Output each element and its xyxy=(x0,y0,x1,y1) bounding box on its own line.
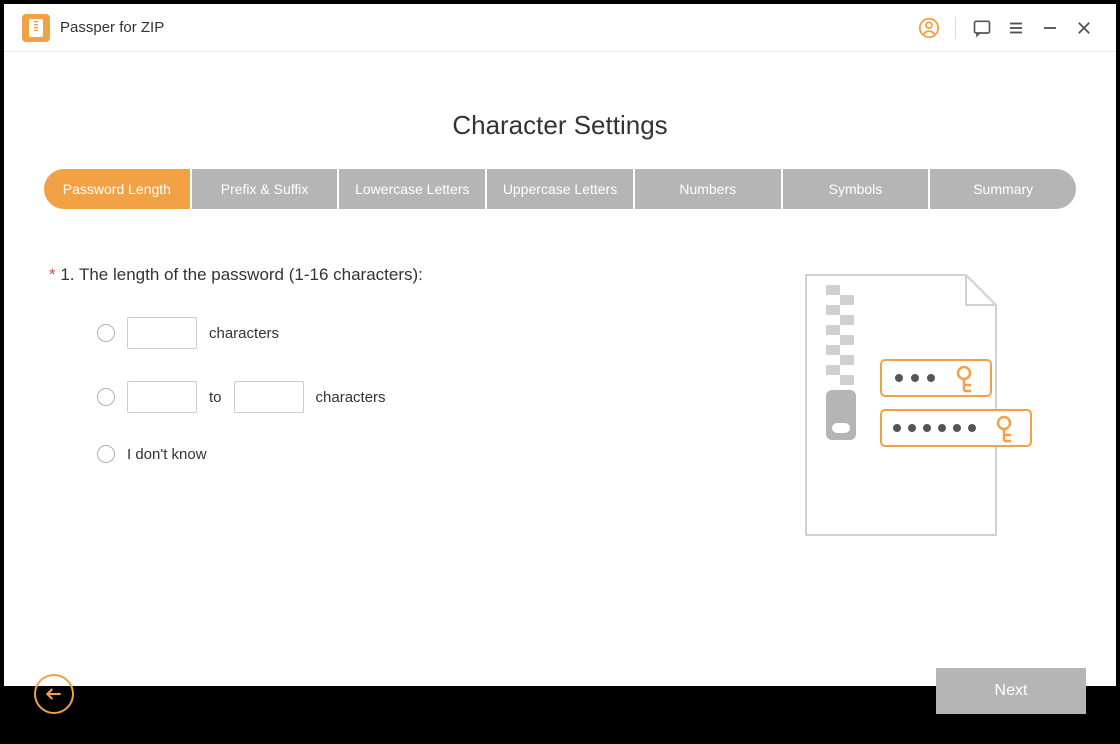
input-range-from[interactable] xyxy=(127,381,197,413)
feedback-icon[interactable] xyxy=(968,14,996,42)
tab-symbols[interactable]: Symbols xyxy=(783,169,929,209)
option-dont-know-text: I don't know xyxy=(127,446,207,463)
option-range-length: to characters xyxy=(97,381,786,413)
title-bar: Passper for ZIP xyxy=(4,4,1116,52)
question-text: 1. The length of the password (1-16 char… xyxy=(56,265,423,284)
tab-lowercase-letters[interactable]: Lowercase Letters xyxy=(339,169,485,209)
option-range-middle: to xyxy=(209,389,222,406)
tab-password-length[interactable]: Password Length xyxy=(44,169,190,209)
next-button[interactable]: Next xyxy=(936,668,1086,714)
tab-strip: Password Length Prefix & Suffix Lowercas… xyxy=(44,169,1076,209)
option-range-suffix: characters xyxy=(316,389,386,406)
title-bar-divider xyxy=(955,17,956,39)
radio-range-length[interactable] xyxy=(97,388,115,406)
back-button[interactable] xyxy=(34,674,74,714)
option-exact-suffix: characters xyxy=(209,325,279,342)
question-label: * 1. The length of the password (1-16 ch… xyxy=(49,265,786,285)
radio-dont-know[interactable] xyxy=(97,445,115,463)
app-title: Passper for ZIP xyxy=(60,19,164,36)
tab-numbers[interactable]: Numbers xyxy=(635,169,781,209)
zip-illustration-icon xyxy=(786,265,1036,550)
menu-icon[interactable] xyxy=(1002,14,1030,42)
close-icon[interactable] xyxy=(1070,14,1098,42)
minimize-icon[interactable] xyxy=(1036,14,1064,42)
tab-summary[interactable]: Summary xyxy=(930,169,1076,209)
input-exact-length[interactable] xyxy=(127,317,197,349)
app-logo-icon xyxy=(22,14,50,42)
option-exact-length: characters xyxy=(97,317,786,349)
page-heading: Character Settings xyxy=(44,110,1076,141)
option-dont-know: I don't know xyxy=(97,445,786,463)
tab-uppercase-letters[interactable]: Uppercase Letters xyxy=(487,169,633,209)
tab-prefix-suffix[interactable]: Prefix & Suffix xyxy=(192,169,338,209)
account-icon[interactable] xyxy=(915,14,943,42)
radio-exact-length[interactable] xyxy=(97,324,115,342)
input-range-to[interactable] xyxy=(234,381,304,413)
required-asterisk: * xyxy=(49,265,56,284)
